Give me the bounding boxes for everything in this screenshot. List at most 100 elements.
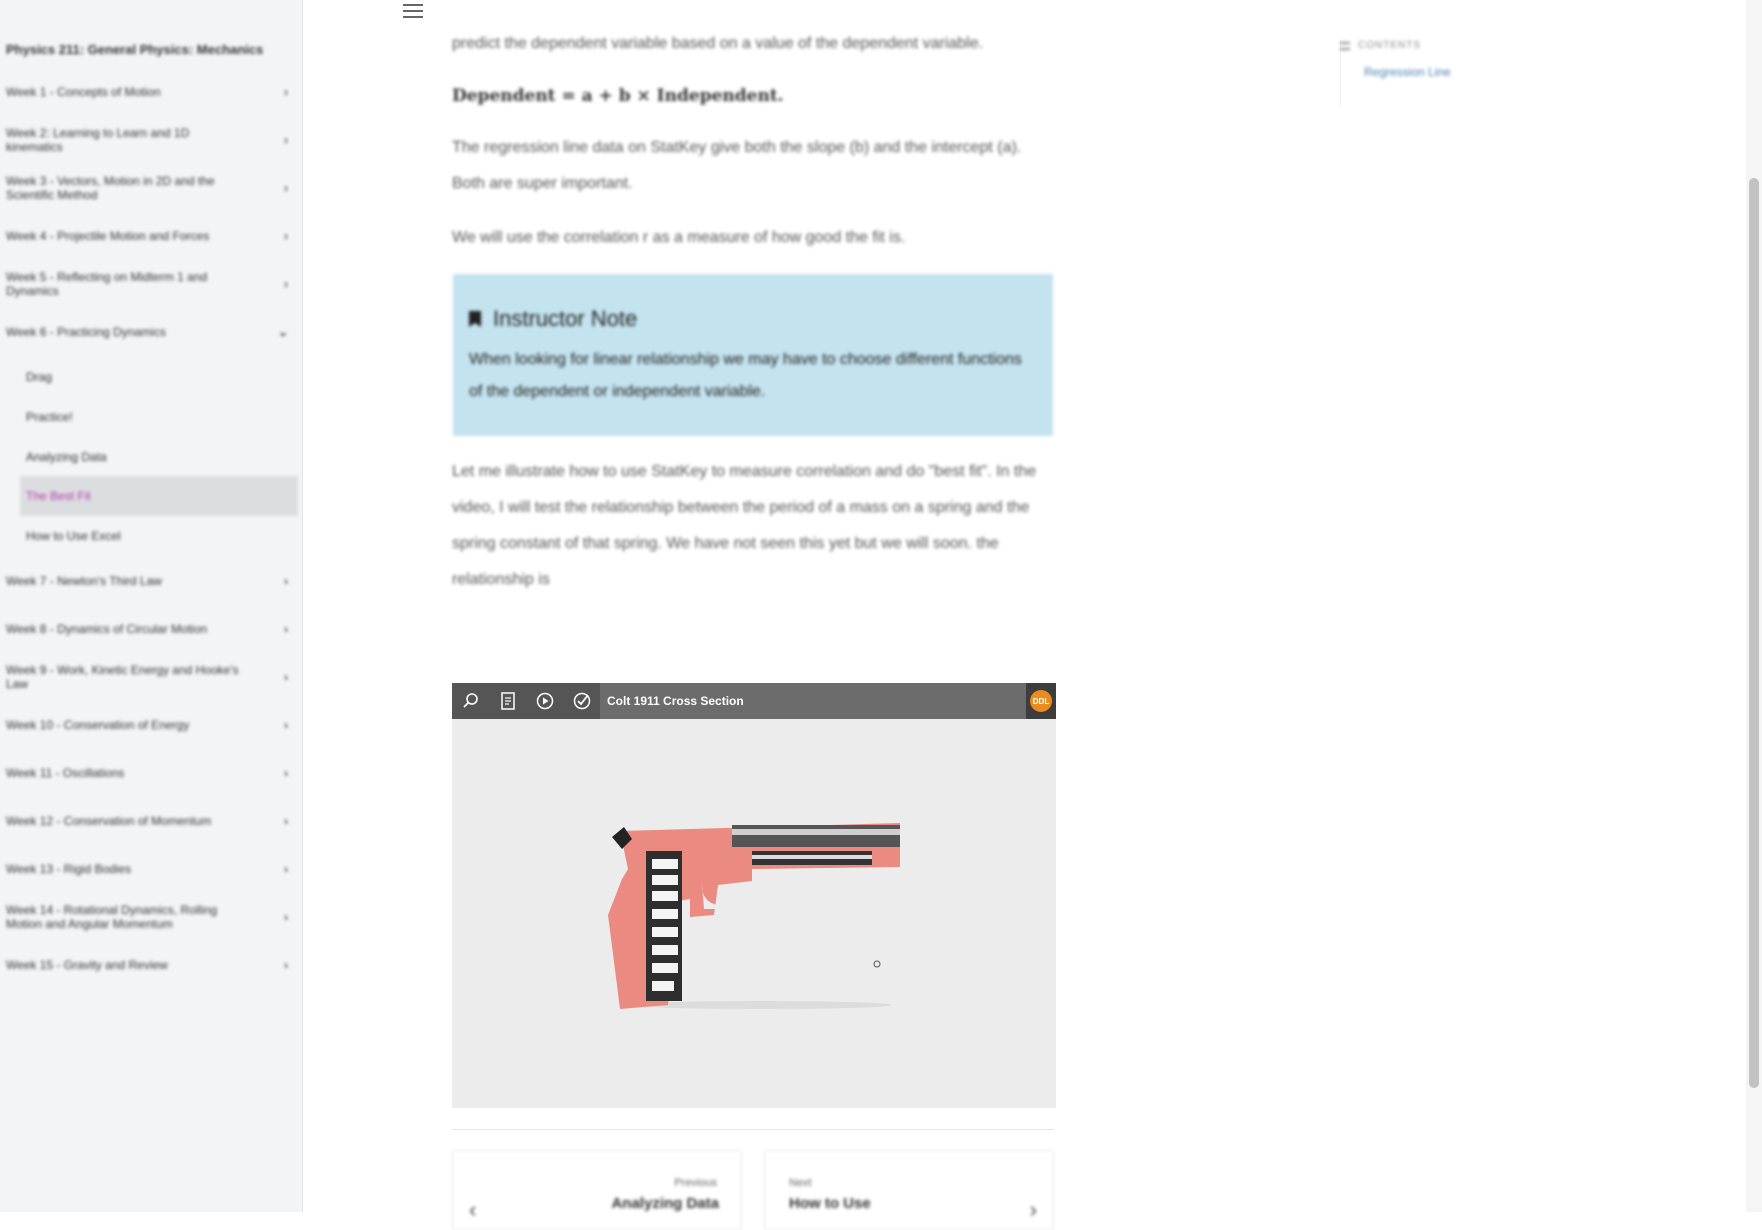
sidebar-week-2[interactable]: Week 2: Learning to Learn and 1D kinemat…	[6, 126, 296, 154]
pistol-barrel	[732, 825, 900, 847]
chevron-right-icon[interactable]: ›	[284, 670, 288, 684]
sidebar-week-13[interactable]: Week 13 - Rigid Bodies ›	[6, 862, 296, 876]
search-icon	[462, 693, 478, 708]
instructor-note-title: Instructor Note	[493, 306, 638, 331]
sidebar-item-label: Week 12 - Conservation of Momentum	[6, 814, 212, 828]
sidebar-subitem-analyzing-data[interactable]: Analyzing Data	[20, 437, 298, 477]
sidebar-week-3[interactable]: Week 3 - Vectors, Motion in 2D and the S…	[6, 174, 296, 202]
sidebar-subitem-the-best-fit[interactable]: The Best Fit	[20, 476, 298, 516]
sidebar-week-1[interactable]: Week 1 - Concepts of Motion ›	[6, 85, 296, 99]
next-label: Next	[789, 1177, 812, 1189]
article-paragraph: Let me illustrate how to use StatKey to …	[452, 463, 1037, 588]
viewer-search-button[interactable]	[452, 683, 489, 719]
chevron-right-icon[interactable]: ›	[284, 910, 288, 924]
sidebar-subitem-how-to-use-excel[interactable]: How to Use Excel	[20, 516, 298, 556]
hamburger-icon-bar	[403, 16, 423, 18]
sidebar-week-11[interactable]: Week 11 - Oscillations ›	[6, 766, 296, 780]
sidebar-week-8[interactable]: Week 8 - Dynamics of Circular Motion ›	[6, 622, 296, 636]
table-of-contents: CONTENTS Regression Line	[1340, 40, 1540, 79]
model-shadow	[632, 1001, 892, 1009]
bookmark-icon	[469, 311, 481, 327]
sidebar-item-label: Week 1 - Concepts of Motion	[6, 85, 161, 99]
sidebar-week-10[interactable]: Week 10 - Conservation of Energy ›	[6, 718, 296, 732]
instructor-note-body: When looking for linear relationship we …	[469, 351, 1022, 400]
previous-page-button[interactable]: Previous Analyzing Data ‹	[452, 1150, 742, 1230]
toc-heading-label: CONTENTS	[1358, 40, 1421, 51]
article-paragraph: predict the dependent variable based on …	[452, 35, 984, 52]
hamburger-icon-bar	[403, 10, 423, 12]
instructor-note-header: Instructor Note	[469, 306, 1037, 332]
pistol-model-canvas[interactable]	[452, 719, 1056, 1108]
sidebar-week-7[interactable]: Week 7 - Newton's Third Law ›	[6, 574, 296, 588]
sidebar-item-label: Week 2: Learning to Learn and 1D kinemat…	[6, 126, 190, 154]
sidebar-item-label: Week 9 - Work, Kinetic Energy and Hooke'…	[6, 663, 239, 691]
toc-link-regression-line[interactable]: Regression Line	[1364, 65, 1540, 79]
pistol-barrel-highlight	[732, 829, 900, 835]
menu-toggle-button[interactable]	[403, 0, 423, 18]
chevron-right-icon[interactable]: ›	[284, 766, 288, 780]
sidebar-item-label: Week 11 - Oscillations	[6, 766, 125, 780]
article-paragraph: We will use the correlation r as a measu…	[452, 229, 906, 246]
sidebar-item-label: Week 3 - Vectors, Motion in 2D and the S…	[6, 174, 215, 202]
chevron-right-icon[interactable]: ›	[284, 862, 288, 876]
chevron-left-icon: ‹	[469, 1197, 477, 1222]
sidebar-week-12[interactable]: Week 12 - Conservation of Momentum ›	[6, 814, 296, 828]
pager-divider	[452, 1129, 1054, 1130]
chevron-right-icon[interactable]: ›	[284, 277, 288, 291]
article-paragraph: The regression line data on StatKey give…	[452, 139, 1022, 192]
regression-formula: Dependent = a + b × Independent.	[452, 86, 784, 106]
next-page-button[interactable]: Next How to Use ›	[764, 1150, 1054, 1230]
ddl-logo: DDL	[1030, 690, 1052, 712]
check-circle-icon	[573, 692, 590, 710]
viewer-logo[interactable]: DDL	[1026, 683, 1056, 719]
book-title[interactable]: Physics 211: General Physics: Mechanics	[6, 42, 263, 57]
sidebar-item-label: Week 5 - Reflecting on Midterm 1 and Dyn…	[6, 270, 208, 298]
sidebar-subitem-practice[interactable]: Practice!	[20, 397, 298, 437]
instructor-note: Instructor Note When looking for linear …	[453, 274, 1053, 436]
toc-heading: CONTENTS	[1340, 40, 1540, 51]
recoil-spring-highlight	[752, 855, 872, 859]
model-viewer[interactable]: Colt 1911 Cross Section DDL	[452, 683, 1056, 1108]
sidebar-week-6[interactable]: Week 6 - Practicing Dynamics ⌄	[6, 325, 296, 339]
hamburger-icon	[403, 4, 423, 6]
document-icon	[500, 692, 515, 710]
play-icon	[536, 692, 553, 710]
previous-title: Analyzing Data	[611, 1195, 719, 1212]
sidebar-item-label: Week 6 - Practicing Dynamics	[6, 325, 166, 339]
sidebar-item-label: Week 7 - Newton's Third Law	[6, 574, 162, 588]
viewer-quiz-button[interactable]	[563, 683, 600, 719]
sidebar-week-5[interactable]: Week 5 - Reflecting on Midterm 1 and Dyn…	[6, 270, 296, 298]
previous-label: Previous	[674, 1177, 717, 1189]
chevron-right-icon[interactable]: ›	[284, 814, 288, 828]
rotate-cursor-icon	[873, 960, 881, 968]
sidebar-item-label: Week 10 - Conservation of Energy	[6, 718, 190, 732]
chevron-right-icon[interactable]: ›	[284, 622, 288, 636]
sidebar-subitem-drag[interactable]: Drag	[20, 357, 298, 397]
sidebar-week-4[interactable]: Week 4 - Projectile Motion and Forces ›	[6, 229, 296, 243]
sidebar-item-label: Week 14 - Rotational Dynamics, Rolling M…	[6, 903, 218, 931]
sidebar-item-label: Week 4 - Projectile Motion and Forces	[6, 229, 210, 243]
chevron-right-icon[interactable]: ›	[284, 85, 288, 99]
viewer-play-button[interactable]	[526, 683, 563, 719]
sidebar-item-label: Week 13 - Rigid Bodies	[6, 862, 132, 876]
sidebar-week-15[interactable]: Week 15 - Gravity and Review ›	[6, 958, 296, 972]
viewer-notes-button[interactable]	[489, 683, 526, 719]
chevron-right-icon[interactable]: ›	[284, 181, 288, 195]
sidebar-week-9[interactable]: Week 9 - Work, Kinetic Energy and Hooke'…	[6, 663, 296, 691]
sidebar: Physics 211: General Physics: Mechanics …	[0, 0, 303, 1212]
scrollbar-thumb[interactable]	[1749, 178, 1759, 1088]
sidebar-week-14[interactable]: Week 14 - Rotational Dynamics, Rolling M…	[6, 903, 296, 931]
viewer-toolbar: Colt 1911 Cross Section DDL	[452, 683, 1056, 719]
viewer-title: Colt 1911 Cross Section	[607, 694, 744, 708]
chevron-right-icon[interactable]: ›	[284, 229, 288, 243]
magazine	[646, 851, 682, 1001]
sidebar-item-label: Week 8 - Dynamics of Circular Motion	[6, 622, 208, 636]
chevron-down-icon[interactable]: ⌄	[278, 325, 288, 339]
next-title: How to Use	[789, 1195, 871, 1212]
chevron-right-icon[interactable]: ›	[284, 133, 288, 147]
chevron-right-icon[interactable]: ›	[284, 958, 288, 972]
chevron-right-icon[interactable]: ›	[284, 574, 288, 588]
list-icon	[1340, 41, 1350, 50]
chevron-right-icon: ›	[1029, 1197, 1037, 1222]
chevron-right-icon[interactable]: ›	[284, 718, 288, 732]
